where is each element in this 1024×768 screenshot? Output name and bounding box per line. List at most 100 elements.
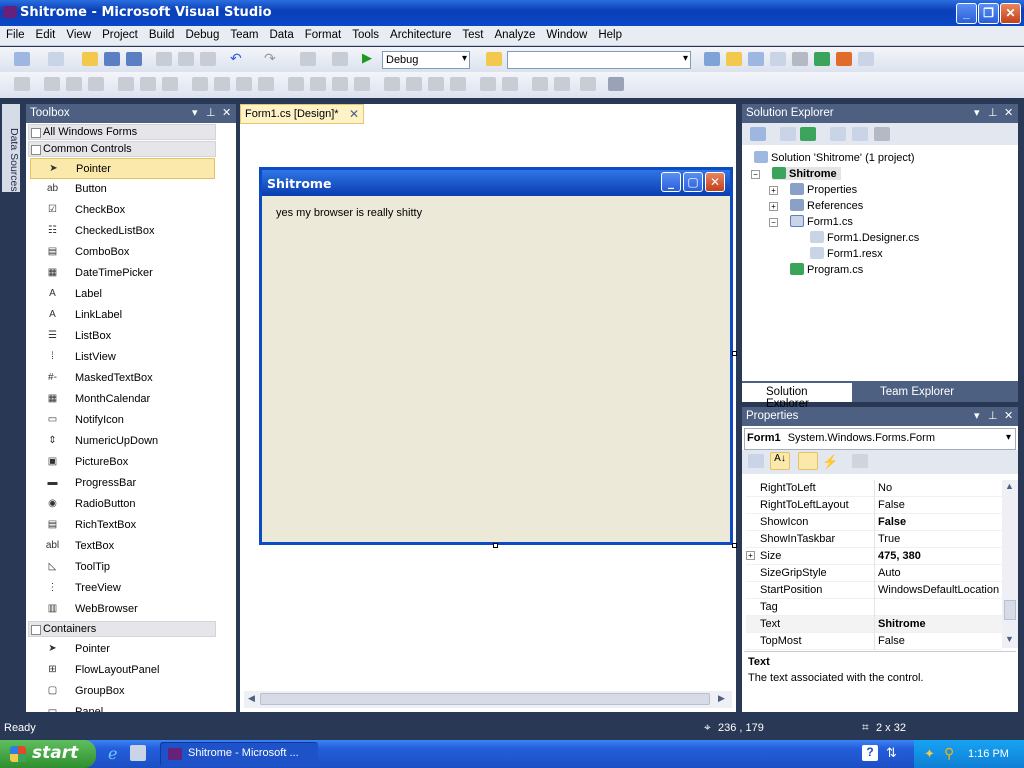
- menu-view[interactable]: View: [60, 26, 96, 41]
- increase-vertical-spacing-icon[interactable]: [406, 77, 422, 91]
- center-vertically-icon[interactable]: [502, 77, 518, 91]
- toolbox-item-webbrowser[interactable]: ▥ WebBrowser: [30, 599, 215, 620]
- events-icon[interactable]: ⚡: [822, 454, 838, 469]
- menu-test[interactable]: Test: [456, 26, 488, 41]
- tree-item-properties[interactable]: Properties: [790, 183, 857, 196]
- resize-handle-bottom[interactable]: [493, 543, 498, 548]
- menu-file[interactable]: File: [0, 26, 30, 41]
- taskbar-button-visual-studio[interactable]: Shitrome - Microsoft ...: [160, 742, 318, 766]
- menu-format[interactable]: Format: [299, 26, 346, 41]
- start-debugging-icon[interactable]: ▶: [362, 50, 378, 65]
- property-pages-icon[interactable]: [852, 454, 868, 468]
- bring-to-front-icon[interactable]: [532, 77, 548, 91]
- align-bottoms-icon[interactable]: [162, 77, 178, 91]
- property-row-showintaskbar[interactable]: ShowInTaskbar True: [746, 531, 1002, 548]
- toolbox-item-pointer[interactable]: ➤ Pointer: [30, 158, 215, 179]
- decrease-vertical-spacing-icon[interactable]: [428, 77, 444, 91]
- decrease-horizontal-spacing-icon[interactable]: [332, 77, 348, 91]
- open-file-icon[interactable]: [82, 52, 98, 66]
- form-label[interactable]: yes my browser is really shitty: [276, 207, 422, 219]
- menu-tools[interactable]: Tools: [346, 26, 384, 41]
- network-icon[interactable]: ✦: [924, 746, 935, 762]
- resize-handle-corner[interactable]: [732, 543, 737, 548]
- align-tops-icon[interactable]: [118, 77, 134, 91]
- navigate-forward-icon[interactable]: [332, 52, 348, 66]
- size-to-grid-icon[interactable]: [258, 77, 274, 91]
- category-all-windows-forms[interactable]: All Windows Forms: [28, 124, 216, 140]
- add-item-icon[interactable]: [48, 52, 64, 66]
- make-same-size-icon[interactable]: [236, 77, 252, 91]
- horizontal-spacing-icon[interactable]: [288, 77, 304, 91]
- toolbox-item-picturebox[interactable]: ▣ PictureBox: [30, 452, 215, 473]
- property-row-righttoleftlayout[interactable]: RightToLeftLayout False: [746, 497, 1002, 514]
- properties-window-icon[interactable]: [726, 52, 742, 66]
- alphabetical-icon[interactable]: A↓: [770, 452, 790, 470]
- menu-data[interactable]: Data: [263, 26, 298, 41]
- toolbox-close-icon[interactable]: ✕: [222, 106, 231, 119]
- toolbox-item-checkedlistbox[interactable]: ☷ CheckedListBox: [30, 221, 215, 242]
- solution-explorer-options-icon[interactable]: ▾: [974, 106, 980, 119]
- increase-horizontal-spacing-icon[interactable]: [310, 77, 326, 91]
- design-surface[interactable]: Shitrome _ ▢ ✕ yes my browser is really …: [242, 125, 737, 691]
- toolbox-item-groupbox[interactable]: ▢ GroupBox: [30, 681, 215, 702]
- solution-explorer-pin-icon[interactable]: ⊥: [988, 106, 998, 119]
- tree-item-form1-designer[interactable]: Form1.Designer.cs: [810, 231, 919, 244]
- properties-icon[interactable]: [750, 127, 766, 141]
- toolbox-item-listbox[interactable]: ☰ ListBox: [30, 326, 215, 347]
- minimize-button[interactable]: _: [956, 3, 977, 24]
- align-rights-icon[interactable]: [88, 77, 104, 91]
- active-files-dropdown-icon[interactable]: ▾: [723, 108, 728, 119]
- toolbox-item-monthcalendar[interactable]: ▦ MonthCalendar: [30, 389, 215, 410]
- designer-scroll-thumb[interactable]: [260, 693, 710, 705]
- show-desktop-icon[interactable]: [130, 745, 146, 761]
- toolbox-item-treeview[interactable]: ⋮ TreeView: [30, 578, 215, 599]
- tab-form1-design[interactable]: Form1.cs [Design]* ✕: [240, 104, 364, 124]
- class-diagram-icon[interactable]: [874, 127, 890, 141]
- cut-icon[interactable]: [156, 52, 172, 66]
- align-centers-icon[interactable]: [66, 77, 82, 91]
- show-all-files-icon[interactable]: [780, 127, 796, 141]
- paste-icon[interactable]: [200, 52, 216, 66]
- property-row-text[interactable]: Text Shitrome: [746, 616, 1002, 633]
- lock-controls-icon[interactable]: [580, 77, 596, 91]
- solution-explorer-close-icon[interactable]: ✕: [1004, 106, 1013, 119]
- tab-solution-explorer[interactable]: Solution Explorer: [742, 383, 852, 410]
- tab-order-icon[interactable]: [608, 77, 624, 91]
- vertical-spacing-icon[interactable]: [384, 77, 400, 91]
- tree-item-form1-resx[interactable]: Form1.resx: [810, 247, 883, 260]
- solution-explorer-icon[interactable]: [704, 52, 720, 66]
- property-row-size[interactable]: + Size 475, 380: [746, 548, 1002, 565]
- menu-help[interactable]: Help: [592, 26, 627, 41]
- designer-horizontal-scrollbar[interactable]: ◀ ▶: [244, 691, 732, 708]
- save-icon[interactable]: [104, 52, 120, 66]
- help-icon[interactable]: ?: [862, 745, 878, 761]
- property-row-startposition[interactable]: StartPosition WindowsDefaultLocation: [746, 582, 1002, 599]
- resize-handle-right[interactable]: [732, 351, 737, 356]
- restore-button[interactable]: ❐: [978, 3, 999, 24]
- category-containers[interactable]: Containers: [28, 621, 216, 637]
- form1-window[interactable]: Shitrome _ ▢ ✕ yes my browser is really …: [259, 167, 733, 545]
- menu-analyze[interactable]: Analyze: [489, 26, 541, 41]
- properties-options-icon[interactable]: ▾: [974, 409, 980, 422]
- property-grid-scrollbar[interactable]: ▲ ▼: [1002, 480, 1018, 648]
- start-button[interactable]: start: [0, 740, 96, 768]
- toolbox-icon[interactable]: [770, 52, 786, 66]
- view-designer-icon[interactable]: [852, 127, 868, 141]
- property-row-sizegripstyle[interactable]: SizeGripStyle Auto: [746, 565, 1002, 582]
- property-row-tag[interactable]: Tag: [746, 599, 1002, 616]
- make-same-height-icon[interactable]: [214, 77, 230, 91]
- object-selector[interactable]: Form1 System.Windows.Forms.Form ▾: [744, 428, 1016, 450]
- toolbox-item-pointer[interactable]: ➤ Pointer: [30, 639, 215, 660]
- refresh-icon[interactable]: [800, 127, 816, 141]
- toolbox-item-maskedtextbox[interactable]: #- MaskedTextBox: [30, 368, 215, 389]
- object-browser-icon[interactable]: [748, 52, 764, 66]
- close-button[interactable]: ✕: [1000, 3, 1021, 24]
- extension-icon[interactable]: [836, 52, 852, 66]
- object-selector-dropdown-icon[interactable]: ▾: [1006, 432, 1011, 443]
- expand-size-icon[interactable]: +: [746, 551, 755, 560]
- align-lefts-icon[interactable]: [44, 77, 60, 91]
- toolbox-item-combobox[interactable]: ▤ ComboBox: [30, 242, 215, 263]
- close-tab-icon[interactable]: ✕: [349, 107, 359, 121]
- toolbox-item-numericupdown[interactable]: ⇕ NumericUpDown: [30, 431, 215, 452]
- view-code-icon[interactable]: [830, 127, 846, 141]
